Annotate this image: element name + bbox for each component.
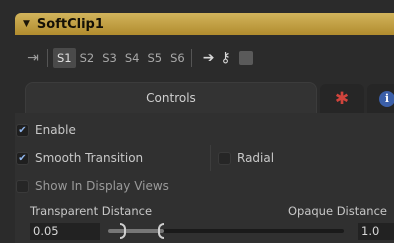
opaque-distance-handle[interactable]: [158, 223, 164, 239]
enable-row[interactable]: ✔ Enable: [16, 123, 76, 137]
show-display-views-label: Show In Display Views: [35, 179, 169, 193]
show-display-views-row[interactable]: Show In Display Views: [16, 179, 169, 193]
smooth-transition-label: Smooth Transition: [35, 151, 144, 165]
tab-s5[interactable]: S5: [144, 48, 167, 68]
tab-s1[interactable]: S1: [53, 48, 76, 68]
range-slider-fill: [108, 229, 164, 233]
tab-controls[interactable]: Controls: [25, 82, 317, 113]
info-icon: i: [379, 90, 394, 107]
tab-info[interactable]: i: [367, 84, 394, 113]
show-display-views-checkbox[interactable]: [16, 179, 29, 193]
smooth-transition-row[interactable]: ✔ Smooth Transition: [16, 151, 143, 165]
right-arrow-icon[interactable]: ➔: [203, 50, 215, 66]
range-labels: Transparent Distance Opaque Distance: [30, 204, 390, 218]
tab-controls-label: Controls: [146, 91, 196, 105]
opaque-distance-field[interactable]: 1.0: [358, 223, 394, 240]
radial-row[interactable]: Radial: [218, 151, 274, 165]
radial-checkbox[interactable]: [218, 151, 231, 165]
toolbar-separator: [190, 49, 192, 67]
range-slider-track[interactable]: [108, 223, 344, 239]
enable-label: Enable: [35, 123, 76, 137]
transparent-distance-label: Transparent Distance: [30, 204, 153, 218]
transparent-distance-handle[interactable]: [120, 223, 126, 239]
range-slider-row: 0.05 1.0: [30, 221, 394, 243]
enable-checkbox[interactable]: ✔: [16, 123, 29, 137]
node-titlebar[interactable]: ▼ SoftClip1: [15, 13, 394, 35]
tab-settings[interactable]: ✱: [320, 84, 364, 113]
toolbar-separator: [47, 49, 48, 67]
radial-label: Radial: [237, 151, 275, 165]
key-icon[interactable]: ⚷: [220, 50, 230, 66]
tab-s6[interactable]: S6: [166, 48, 189, 68]
tab-s2[interactable]: S2: [76, 48, 99, 68]
transparent-distance-field[interactable]: 0.05: [30, 223, 100, 240]
save-disk-icon[interactable]: [238, 51, 253, 65]
opaque-distance-label: Opaque Distance: [287, 204, 387, 218]
inspector-tabs: Controls ✱ i: [15, 80, 394, 113]
node-title: SoftClip1: [36, 16, 104, 32]
collapse-arrow-icon[interactable]: ▼: [23, 19, 30, 29]
tab-s3[interactable]: S3: [98, 48, 121, 68]
smooth-transition-checkbox[interactable]: ✔: [16, 151, 29, 165]
tab-s4[interactable]: S4: [121, 48, 144, 68]
toolbar: ⇥ S1 S2 S3 S4 S5 S6 ➔ ⚷: [15, 44, 394, 72]
options-divider: [210, 145, 211, 171]
pin-icon[interactable]: ⇥: [21, 50, 45, 66]
gear-icon: ✱: [334, 88, 350, 109]
